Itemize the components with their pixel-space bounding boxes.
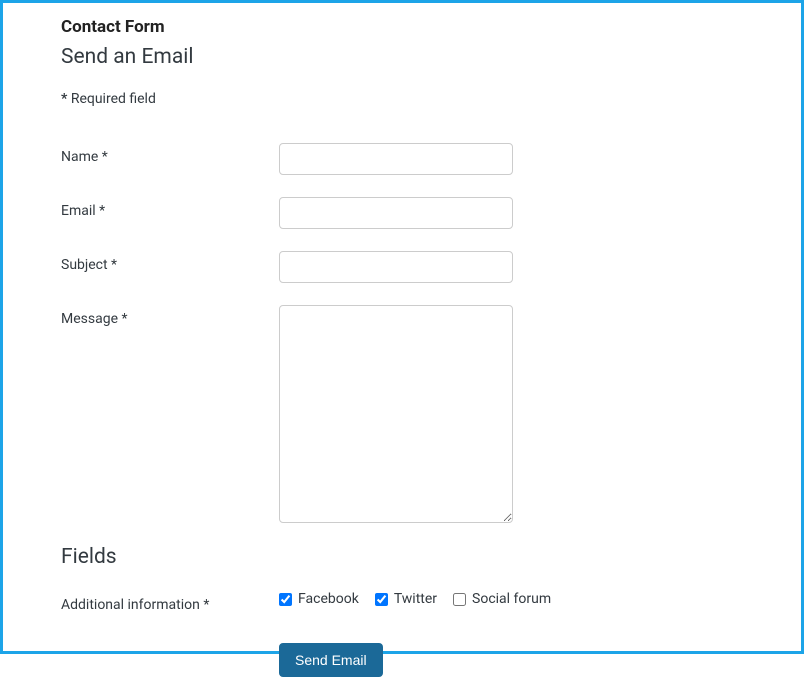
twitter-label: Twitter (394, 591, 437, 607)
required-text: Required field (67, 91, 156, 107)
fields-heading: Fields (61, 545, 743, 569)
name-input[interactable] (279, 143, 513, 175)
facebook-checkbox[interactable] (279, 593, 292, 606)
required-field-note: * Required field (61, 91, 743, 107)
form-row-email: Email * (61, 197, 743, 229)
checkbox-item-facebook[interactable]: Facebook (279, 591, 359, 607)
subject-input[interactable] (279, 251, 513, 283)
additional-info-label: Additional information * (61, 591, 279, 613)
message-textarea[interactable] (279, 305, 513, 523)
contact-form-frame: Contact Form Send an Email * Required fi… (0, 0, 804, 654)
form-row-additional-info: Additional information * Facebook Twitte… (61, 591, 743, 613)
checkbox-item-social-forum[interactable]: Social forum (453, 591, 551, 607)
social-forum-checkbox[interactable] (453, 593, 466, 606)
form-row-subject: Subject * (61, 251, 743, 283)
form-row-name: Name * (61, 143, 743, 175)
subject-label: Subject * (61, 251, 279, 273)
twitter-checkbox[interactable] (375, 593, 388, 606)
email-input[interactable] (279, 197, 513, 229)
page-title: Contact Form (61, 17, 743, 37)
send-email-button[interactable]: Send Email (279, 643, 383, 677)
message-label: Message * (61, 305, 279, 327)
form-row-message: Message * (61, 305, 743, 523)
email-label: Email * (61, 197, 279, 219)
checkbox-item-twitter[interactable]: Twitter (375, 591, 437, 607)
submit-row: Send Email (279, 643, 743, 677)
checkbox-row: Facebook Twitter Social forum (279, 591, 551, 607)
name-label: Name * (61, 143, 279, 165)
send-email-heading: Send an Email (61, 45, 743, 69)
facebook-label: Facebook (298, 591, 359, 607)
social-forum-label: Social forum (472, 591, 551, 607)
